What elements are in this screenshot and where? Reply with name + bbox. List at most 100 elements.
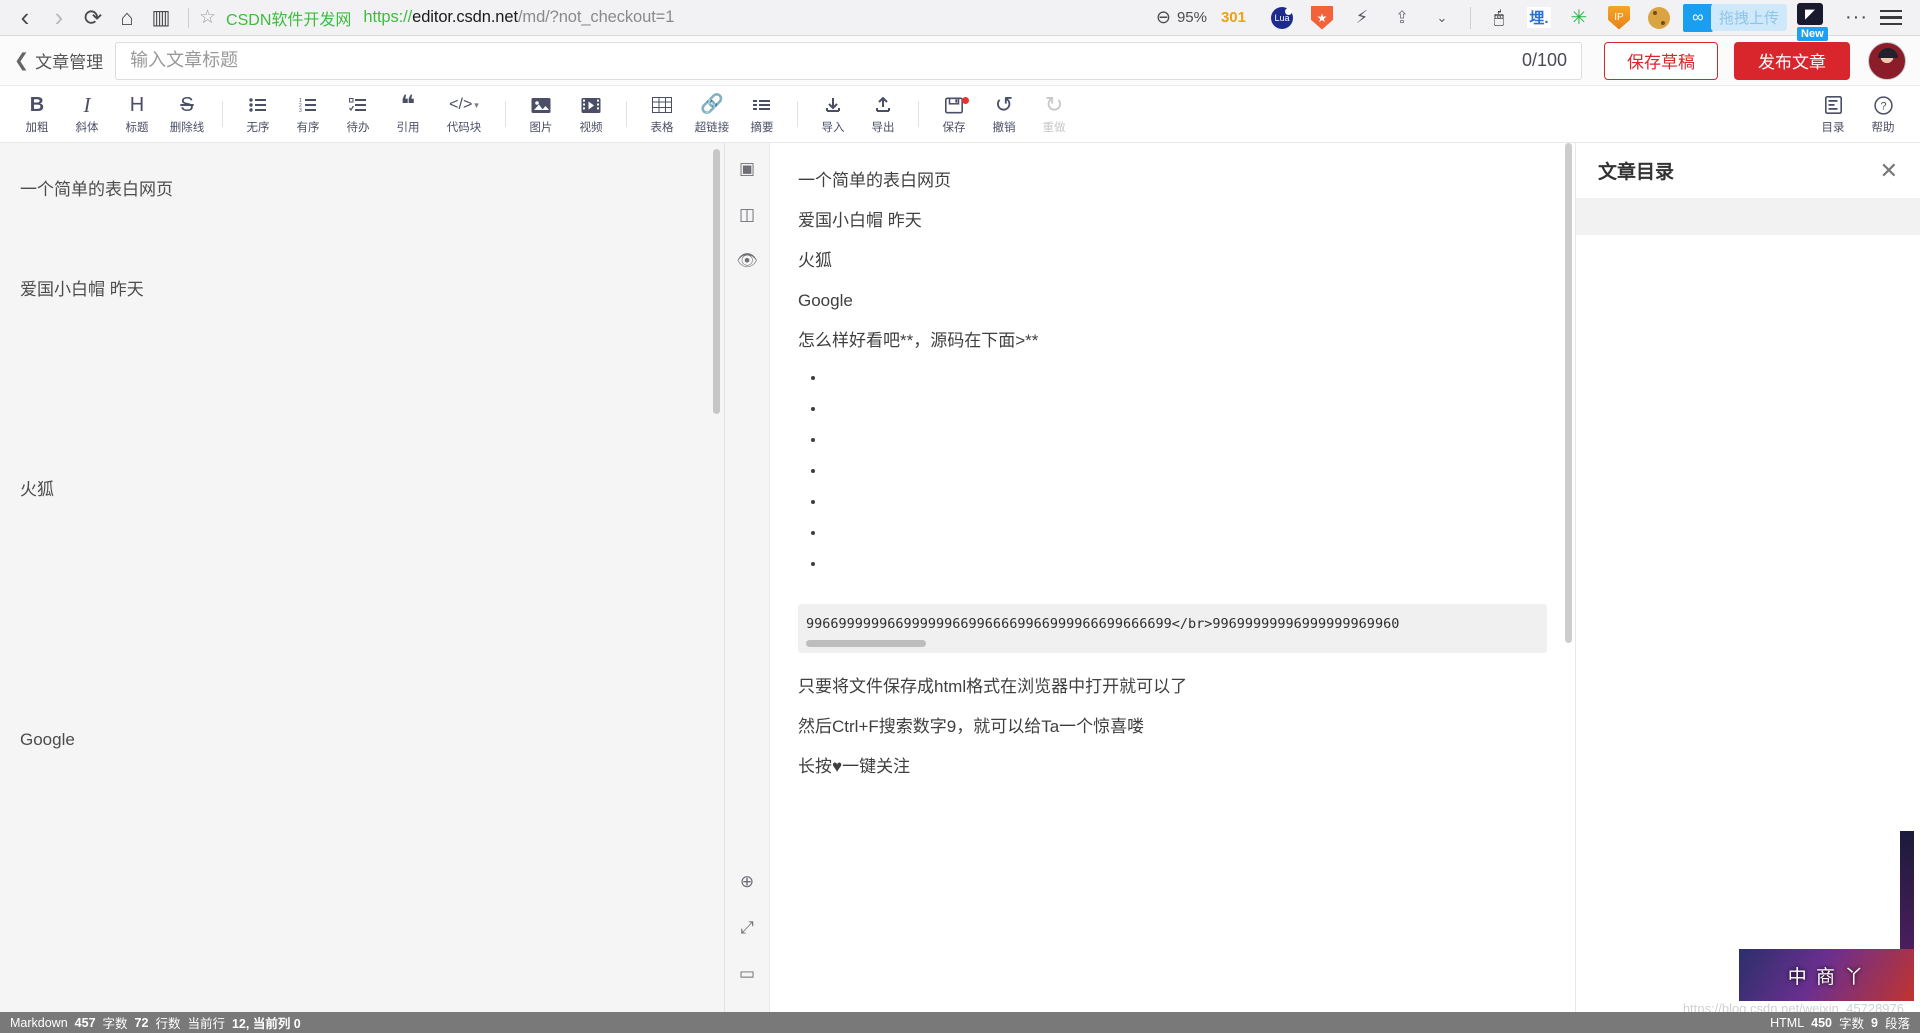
toolbar-summary[interactable]: 摘要 — [737, 94, 787, 135]
unsaved-indicator-dot — [962, 96, 969, 104]
home-icon[interactable]: ⌂ — [110, 3, 144, 33]
browser-menu-icon[interactable] — [1876, 9, 1912, 26]
toolbar-italic[interactable]: I 斜体 — [62, 94, 112, 135]
markdown-source-text[interactable]: 一个简单的表白网页 爱国小白帽 昨天 火狐 Google — [0, 143, 724, 787]
ip-shield-icon[interactable]: IP — [1604, 3, 1634, 33]
zoom-out-icon[interactable]: ⊖ — [1156, 7, 1171, 28]
sync-scroll-icon[interactable]: ⊕ — [735, 870, 759, 894]
shield-extension-icon[interactable]: ★ — [1307, 3, 1337, 33]
status-line-count: 72 — [134, 1015, 149, 1030]
address-bar[interactable]: https://editor.csdn.net/md/?not_checkout… — [363, 8, 674, 27]
publish-article-button[interactable]: 发布文章 — [1734, 41, 1850, 80]
toolbar-label: 代码块 — [446, 121, 482, 134]
reload-icon[interactable]: ⟳ — [76, 3, 110, 33]
toolbar-undo[interactable]: ↺ 撤销 — [979, 94, 1029, 135]
toolbar-help[interactable]: ? 帮助 — [1858, 94, 1908, 135]
toolbar-label: 引用 — [396, 121, 420, 134]
preview-eye-icon[interactable]: 👁 — [735, 249, 759, 273]
preview-code-block[interactable]: 9966999999669999996699666699669999666996… — [798, 604, 1547, 653]
status-paragraph-label: 段落 — [1884, 1017, 1910, 1031]
split-pane-icon[interactable]: ◫ — [735, 203, 759, 227]
share-icon[interactable]: ⇪ — [1387, 3, 1417, 33]
import-icon — [824, 94, 842, 117]
cloud-upload-icon[interactable]: ∞ — [1683, 3, 1713, 32]
toolbar-label: 斜体 — [75, 121, 99, 134]
back-icon[interactable]: ‹ — [8, 2, 42, 33]
heading-icon: H — [129, 94, 145, 116]
preview-line: 怎么样好看吧**，源码在下面>** — [798, 331, 1039, 350]
code-text: 9966999999669999996699666699669999666996… — [806, 616, 1400, 632]
single-pane-icon[interactable]: ▣ — [735, 157, 759, 181]
preview-line: 爱国小白帽 昨天 — [798, 211, 922, 230]
forward-icon[interactable]: › — [42, 2, 76, 33]
toolbar-blockquote[interactable]: ❝ 引用 — [383, 91, 433, 135]
image-icon — [531, 94, 551, 117]
help-icon: ? — [1873, 94, 1893, 117]
toolbar-video[interactable]: 视频 — [566, 94, 616, 135]
preview-line: 长按♥一键关注 — [798, 757, 911, 776]
fullwidth-icon[interactable]: ▭ — [735, 962, 759, 986]
new-feature-button[interactable]: ◤ New — [1797, 2, 1831, 41]
toolbar-export[interactable]: 导出 — [858, 94, 908, 135]
status-cursor-pos: 12, 当前列 0 — [231, 1017, 301, 1031]
capture-icon[interactable]: ◤ — [1797, 2, 1824, 25]
toolbar-outline[interactable]: 目录 — [1808, 94, 1858, 135]
toolbar-label: 加粗 — [25, 121, 49, 134]
code-horizontal-scrollbar[interactable] — [806, 640, 926, 647]
toolbar-import[interactable]: 导入 — [808, 94, 858, 135]
toolbar-label: 表格 — [650, 121, 674, 134]
outline-icon — [1824, 94, 1842, 117]
article-title-input[interactable] — [130, 50, 1512, 71]
toolbar-label: 超链接 — [694, 121, 730, 134]
toolbar-code-block[interactable]: </> ▾ 代码块 — [433, 94, 495, 135]
zoom-control[interactable]: ⊖ 95% — [1156, 7, 1207, 28]
table-icon — [652, 94, 672, 117]
editor-scrollbar[interactable] — [713, 149, 720, 414]
user-avatar[interactable] — [1868, 41, 1906, 80]
bolt-extension-icon[interactable]: ⚡ — [1347, 3, 1377, 33]
browser-toolbar: ‹ › ⟳ ⌂ ▥ ☆ CSDN软件开发网 https://editor.csd… — [0, 0, 1920, 41]
status-cursor-label: 当前行 — [187, 1017, 225, 1031]
title-input-wrapper[interactable]: 0/100 — [115, 41, 1582, 80]
toolbar-hyperlink[interactable]: 🔗 超链接 — [687, 94, 737, 135]
fullscreen-icon[interactable]: ⤢ — [735, 916, 759, 940]
toolbar-heading[interactable]: H 标题 — [112, 94, 162, 135]
drag-upload-tooltip[interactable]: ∞ 拖拽上传 — [1683, 3, 1788, 32]
mai-extension-icon[interactable]: 埋. — [1524, 3, 1554, 33]
toolbar-todo-list[interactable]: 待办 — [333, 94, 383, 135]
toolbar-unordered-list[interactable]: 无序 — [233, 94, 283, 135]
browser-more-icon[interactable]: ··· — [1837, 6, 1876, 29]
cookie-extension-icon[interactable] — [1644, 3, 1674, 33]
bookmark-star-icon[interactable]: ☆ — [199, 6, 216, 29]
back-to-articles-link[interactable]: ❮ 文章管理 — [14, 48, 103, 73]
toolbar-redo[interactable]: ↻ 重做 — [1029, 94, 1079, 135]
mouse-extension-icon[interactable]: 🖱 — [1484, 3, 1514, 33]
save-draft-button[interactable]: 保存草稿 — [1604, 41, 1718, 80]
status-paragraphs: 9 — [1871, 1015, 1878, 1030]
toolbar-save[interactable]: 保存 — [929, 94, 979, 135]
chevron-down-icon[interactable]: ▾ — [474, 94, 479, 116]
preview-scrollbar[interactable] — [1565, 143, 1572, 643]
status-line-label: 行数 — [155, 1017, 181, 1031]
list-item — [826, 431, 1547, 462]
floating-ad[interactable]: 中 商 丫 — [1739, 949, 1914, 1001]
gear-extension-icon[interactable]: ✳ — [1564, 3, 1594, 33]
toolbar-label: 标题 — [125, 121, 149, 134]
toolbar-label: 删除线 — [169, 121, 205, 134]
lua-extension-icon[interactable]: Lua — [1267, 3, 1297, 33]
chevron-down-icon[interactable]: ⌄ — [1427, 3, 1457, 33]
toolbar-image[interactable]: 图片 — [516, 94, 566, 135]
toolbar-label: 有序 — [296, 121, 320, 134]
toolbar-ordered-list[interactable]: 123 有序 — [283, 94, 333, 135]
list-item — [826, 369, 1547, 400]
close-icon[interactable]: ✕ — [1880, 159, 1898, 182]
list-item — [826, 400, 1547, 431]
preview-bullet-list — [826, 369, 1547, 586]
markdown-editor-pane[interactable]: 一个简单的表白网页 爱国小白帽 昨天 火狐 Google — [0, 143, 725, 1012]
toolbar-table[interactable]: 表格 — [637, 94, 687, 135]
strikethrough-icon: S — [180, 94, 194, 116]
toolbar-bold[interactable]: B 加粗 — [12, 94, 62, 135]
reader-mode-icon[interactable]: ▥ — [144, 3, 178, 33]
preview-pane[interactable]: 一个简单的表白网页 爱国小白帽 昨天 火狐 Google 怎么样好看吧**，源码… — [770, 143, 1575, 1012]
toolbar-strikethrough[interactable]: S 删除线 — [162, 94, 212, 135]
